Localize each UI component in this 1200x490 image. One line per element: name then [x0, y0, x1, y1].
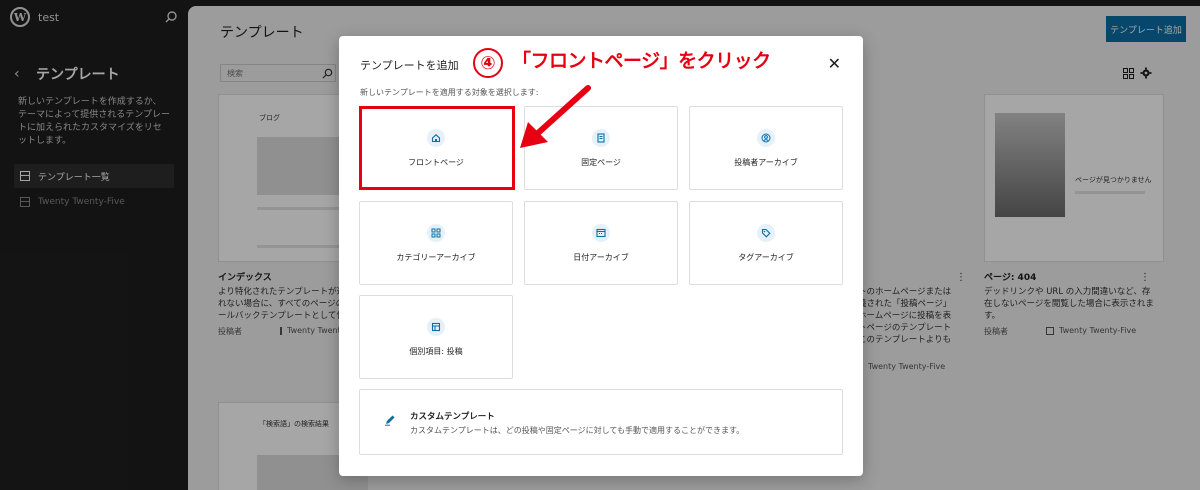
custom-template-title: カスタムテンプレート — [410, 412, 495, 422]
calendar-icon — [592, 223, 610, 242]
option-date-archive[interactable]: 日付アーカイブ — [524, 201, 678, 285]
page-icon — [592, 128, 610, 147]
option-label: 個別項目: 投稿 — [409, 346, 463, 356]
option-label: 投稿者アーカイブ — [734, 157, 798, 167]
annotation-instruction: 「フロントページ」をクリック — [512, 50, 771, 72]
annotation-step-number: ④ — [473, 48, 503, 78]
option-category-archive[interactable]: カテゴリーアーカイブ — [359, 201, 513, 285]
category-icon — [427, 223, 445, 242]
user-icon — [757, 128, 775, 147]
option-single-post[interactable]: 個別項目: 投稿 — [359, 295, 513, 379]
option-author-archive[interactable]: 投稿者アーカイブ — [689, 106, 843, 190]
modal-subtitle: 新しいテンプレートを適用する対象を選択します: — [360, 88, 539, 97]
post-icon — [427, 317, 445, 336]
option-label: カテゴリーアーカイブ — [396, 252, 476, 262]
option-custom-template[interactable]: カスタムテンプレート カスタムテンプレートは、どの投稿や固定ページに対しても手動… — [359, 389, 843, 455]
pencil-icon — [385, 415, 395, 426]
option-tag-archive[interactable]: タグアーカイブ — [689, 201, 843, 285]
option-label: 固定ページ — [581, 157, 621, 167]
modal-title: テンプレートを追加 — [360, 59, 459, 72]
custom-template-description: カスタムテンプレートは、どの投稿や固定ページに対しても手動で適用することができま… — [410, 426, 745, 435]
add-template-modal: テンプレートを追加 ✕ 新しいテンプレートを適用する対象を選択します: フロント… — [339, 36, 863, 476]
close-icon[interactable]: ✕ — [828, 56, 841, 72]
option-label: タグアーカイブ — [738, 252, 794, 262]
option-label: 日付アーカイブ — [573, 252, 629, 262]
annotation-highlight-box — [359, 106, 515, 190]
option-page[interactable]: 固定ページ — [524, 106, 678, 190]
tag-icon — [757, 223, 775, 242]
